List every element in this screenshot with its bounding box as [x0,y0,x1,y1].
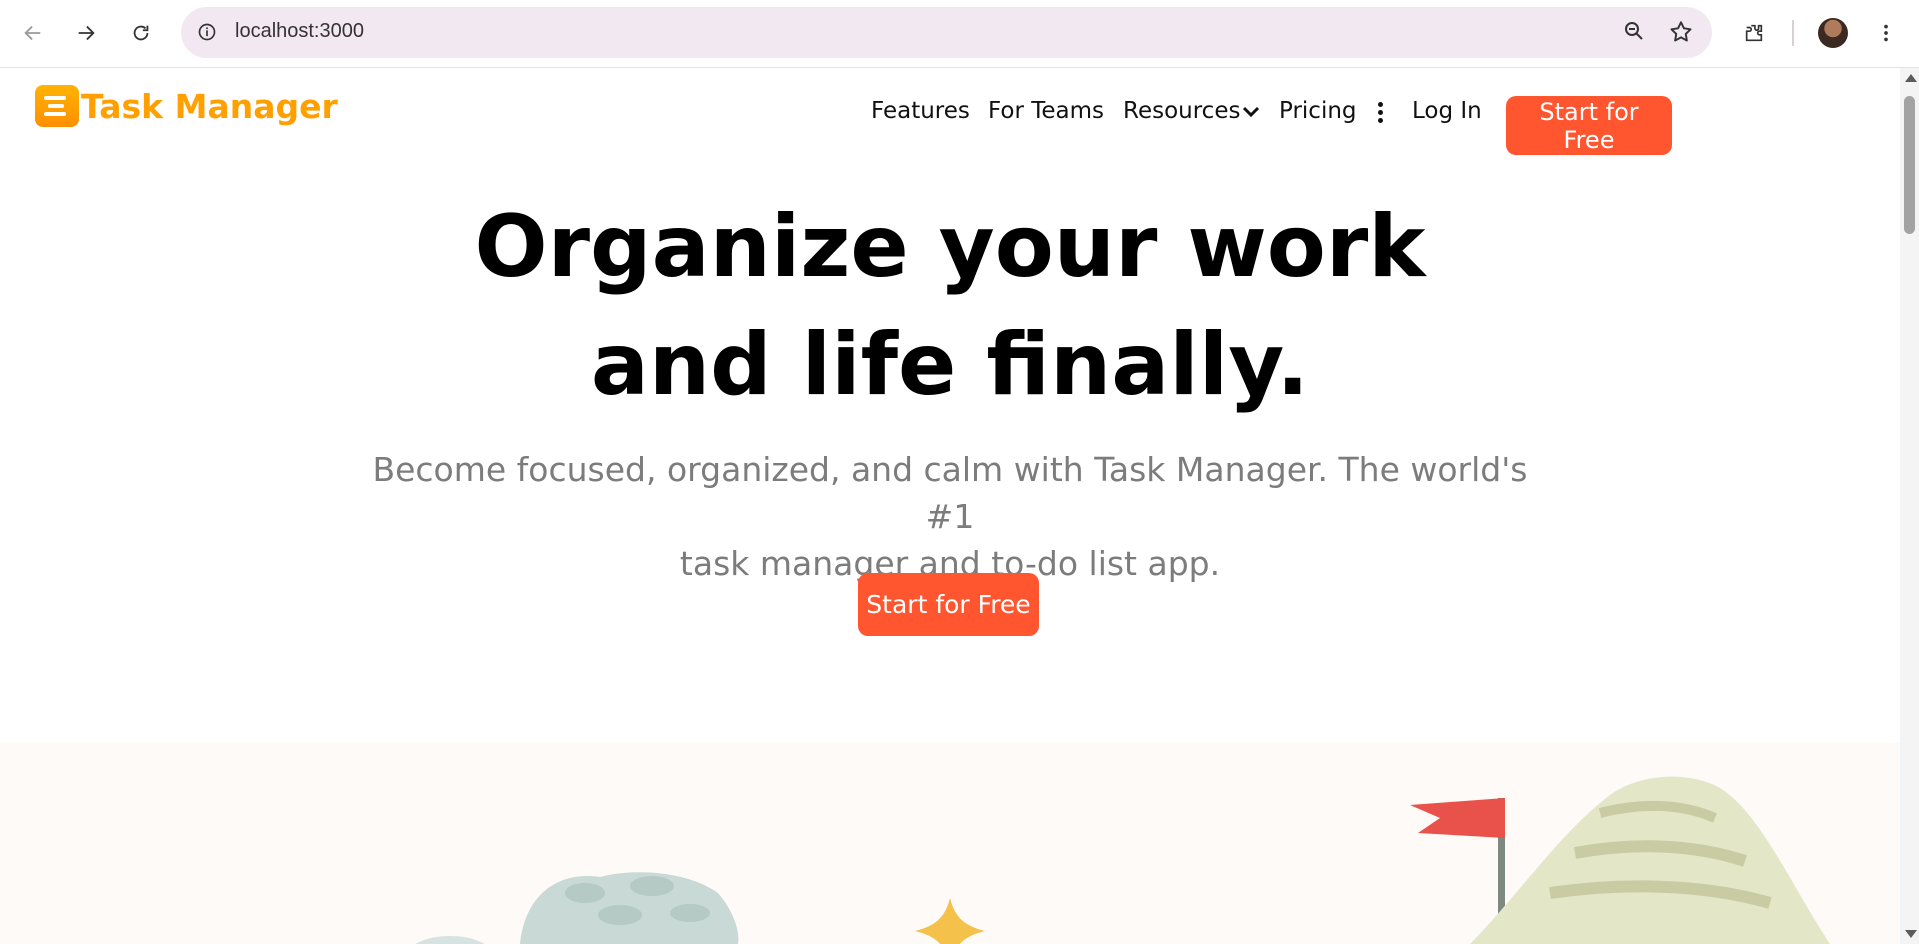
illustration-art [415,776,1830,944]
main-nav: Features For Teams Resources Pricing Log… [0,88,1900,155]
web-page: Task Manager Features For Teams Resource… [0,68,1900,944]
back-arrow-icon[interactable] [14,14,52,52]
chrome-menu-icon[interactable] [1867,14,1905,52]
scroll-thumb[interactable] [1904,96,1915,234]
reload-icon[interactable] [122,14,160,52]
hero-start-free-button[interactable]: Start for Free [858,573,1039,636]
hero-subtitle: Become focused, organized, and calm with… [360,446,1540,587]
nav-item-pricing[interactable]: Pricing [1279,98,1357,124]
url-text[interactable]: localhost:3000 [235,20,364,43]
toolbar-divider [1792,20,1794,46]
nav-item-resources[interactable]: Resources [1123,98,1260,124]
forward-arrow-icon[interactable] [67,14,105,52]
nav-item-resources-label: Resources [1123,98,1241,124]
nav-item-for-teams[interactable]: For Teams [988,98,1104,124]
scroll-up-arrow-icon[interactable] [1905,74,1917,82]
hero-title: Organize your work and life finally. [0,188,1900,424]
extensions-icon[interactable] [1735,14,1773,52]
zoom-icon[interactable] [1622,19,1646,47]
scroll-down-arrow-icon[interactable] [1905,930,1917,938]
more-options-icon[interactable] [1376,102,1384,126]
login-link[interactable]: Log In [1412,98,1482,124]
hero-subtitle-line-1: Become focused, organized, and calm with… [372,450,1528,536]
chevron-down-icon [1243,106,1260,117]
nav-item-features[interactable]: Features [871,98,970,124]
browser-toolbar: localhost:3000 [0,0,1919,68]
hero-title-line-2: and life finally. [590,315,1310,415]
nav-start-free-button[interactable]: Start for Free [1506,96,1672,155]
profile-avatar[interactable] [1818,18,1848,48]
address-bar[interactable]: localhost:3000 [181,7,1712,58]
hero-illustration [0,743,1900,944]
hero-title-line-1: Organize your work [474,197,1426,297]
bookmark-star-icon[interactable] [1668,19,1694,49]
page-scrollbar[interactable] [1900,68,1919,944]
site-info-icon[interactable] [195,20,219,44]
